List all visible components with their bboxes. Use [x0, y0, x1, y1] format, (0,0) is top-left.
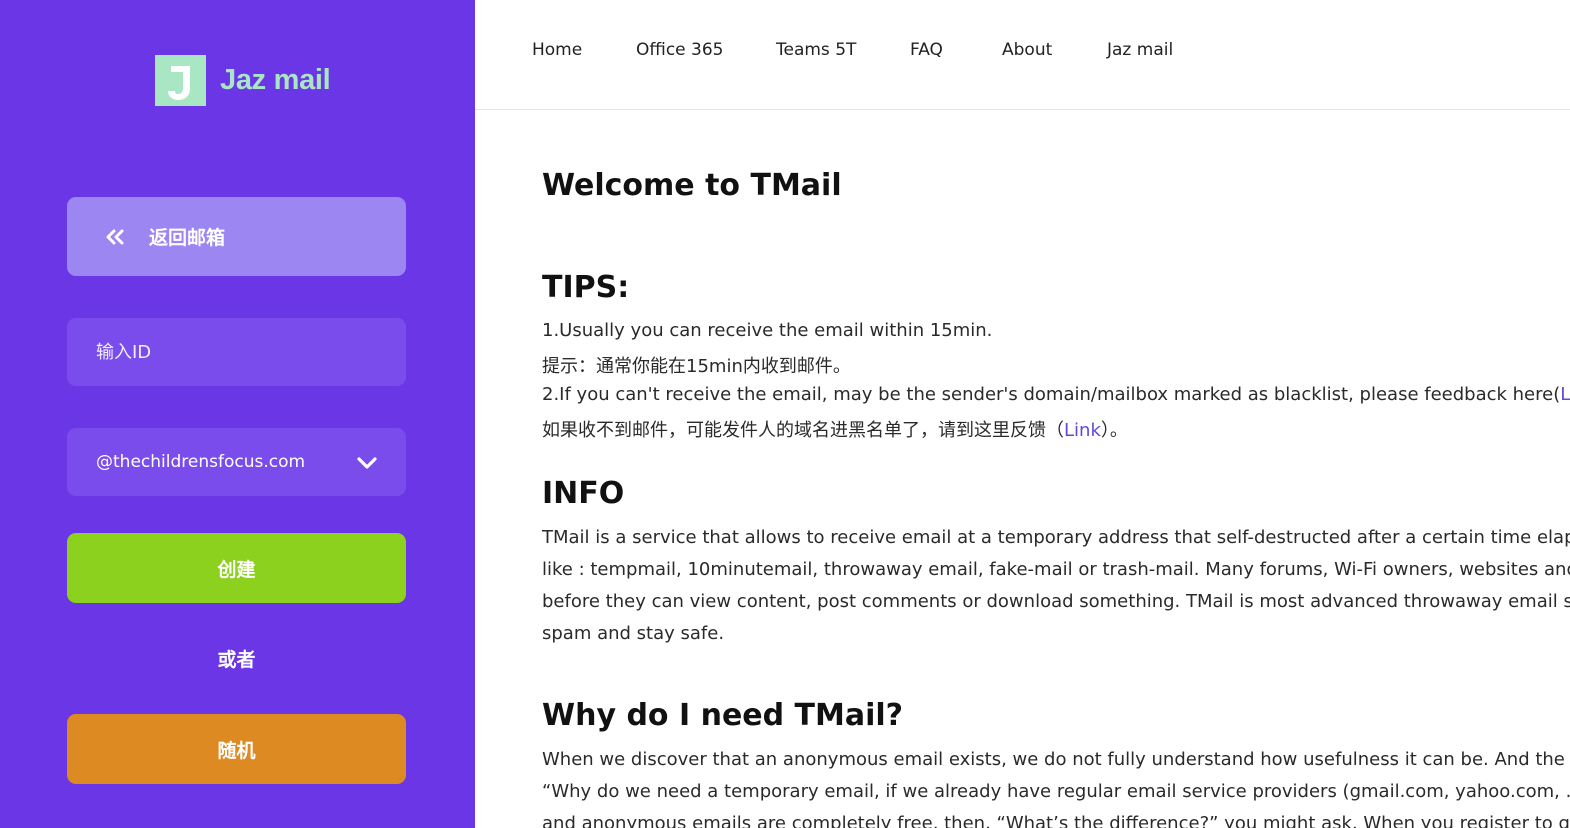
tips-line-3-text: 2.If you can't receive the email, may be…	[542, 384, 1561, 405]
or-separator: 或者	[217, 649, 256, 671]
email-id-input[interactable]	[67, 318, 406, 386]
tips-line-3: 2.If you can't receive the email, may be…	[542, 384, 1570, 405]
tips-line-1: 1.Usually you can receive the email with…	[542, 320, 993, 341]
main-content: Welcome to TMail TIPS: 1.Usually you can…	[542, 110, 1570, 828]
info-line: before they can view content, post comme…	[542, 591, 1570, 612]
feedback-link[interactable]: Link	[1560, 384, 1570, 405]
logo-text: Jaz mail	[220, 64, 331, 96]
nav-about[interactable]: About	[1002, 40, 1052, 60]
double-chevron-left-icon	[105, 226, 127, 248]
tips-line-4: 如果收不到邮件，可能发件人的域名进黑名单了，请到这里反馈（Link）。	[542, 416, 1128, 442]
why-line: and anonymous emails are completely free…	[542, 813, 1570, 828]
info-line: like : tempmail, 10minutemail, throwaway…	[542, 559, 1570, 580]
page-title: Welcome to TMail	[542, 168, 842, 203]
random-button[interactable]: 随机	[67, 714, 406, 784]
nav-teams-5t[interactable]: Teams 5T	[776, 40, 856, 60]
chevron-down-icon	[356, 452, 378, 474]
why-line: When we discover that an anonymous email…	[542, 749, 1570, 770]
feedback-link-cn[interactable]: Link	[1064, 420, 1101, 441]
create-button[interactable]: 创建	[67, 533, 406, 603]
nav-office-365[interactable]: Office 365	[636, 40, 723, 60]
tips-line-2: 提示：通常你能在15min内收到邮件。	[542, 356, 851, 377]
info-line: spam and stay safe.	[542, 623, 725, 644]
domain-select[interactable]: @thechildrensfocus.com	[67, 428, 406, 496]
back-to-inbox-label: 返回邮箱	[149, 227, 226, 249]
tips-line-4-text: 如果收不到邮件，可能发件人的域名进黑名单了，请到这里反馈（	[542, 420, 1064, 441]
nav-home[interactable]: Home	[532, 40, 582, 60]
tips-heading: TIPS:	[542, 270, 630, 305]
logo-icon	[155, 55, 206, 106]
top-nav: Home Office 365 Teams 5T FAQ About Jaz m…	[475, 0, 1570, 110]
sidebar: Jaz mail 返回邮箱 @thechildrensfocus.com 创建 …	[0, 0, 475, 828]
why-line: “Why do we need a temporary email, if we…	[542, 781, 1570, 802]
domain-select-value: @thechildrensfocus.com	[96, 452, 306, 472]
nav-jaz-mail[interactable]: Jaz mail	[1107, 40, 1173, 60]
info-heading: INFO	[542, 476, 625, 511]
nav-faq[interactable]: FAQ	[910, 40, 943, 60]
info-line: TMail is a service that allows to receiv…	[542, 527, 1570, 548]
why-heading: Why do I need TMail?	[542, 698, 904, 733]
back-to-inbox-button[interactable]: 返回邮箱	[67, 197, 406, 276]
logo[interactable]: Jaz mail	[155, 55, 331, 106]
tips-line-4-suffix: ）。	[1100, 420, 1128, 441]
